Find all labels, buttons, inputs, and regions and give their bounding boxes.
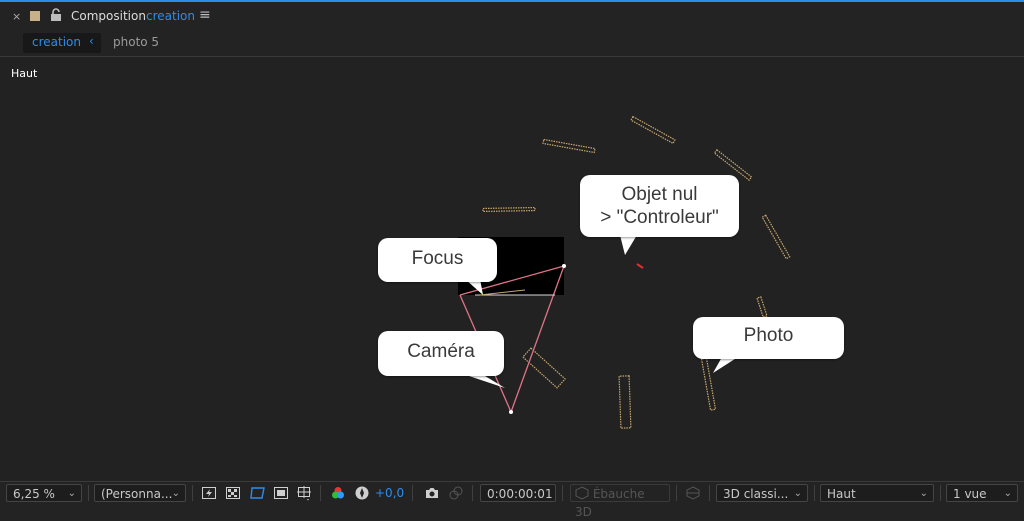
- show-snapshot-icon[interactable]: [448, 485, 464, 501]
- divider: [412, 485, 413, 501]
- tab-label: creation: [32, 35, 81, 49]
- divider: [940, 485, 941, 501]
- callout-line: > "Controleur": [600, 207, 719, 228]
- divider: [709, 485, 710, 501]
- callout-photo: Photo: [693, 317, 844, 359]
- view-layout-value: 1 vue: [953, 487, 987, 501]
- chevron-down-icon: ⌄: [919, 488, 928, 499]
- exposure-value[interactable]: +0,0: [375, 484, 404, 502]
- chevron-down-icon: ⌄: [67, 488, 76, 499]
- chevron-down-icon: ⌄: [793, 488, 802, 499]
- composition-viewer[interactable]: Haut Objet nul > "Controleur" Focus Camé…: [0, 57, 1024, 480]
- divider: [88, 485, 89, 501]
- camera-point-of-interest: [562, 264, 566, 268]
- photo-layer: [756, 296, 768, 318]
- viewer-toolbar: 6,25 % ⌄ (Personna... ⌄ +0,0 0:00:00:01 …: [0, 481, 1024, 519]
- resolution-dropdown[interactable]: (Personna... ⌄: [94, 484, 186, 502]
- panel-header: × Composition creation ≡: [0, 0, 1024, 31]
- mask-path-visibility-icon[interactable]: [250, 485, 266, 501]
- timecode-field[interactable]: 0:00:00:01: [480, 484, 556, 502]
- zoom-dropdown[interactable]: 6,25 % ⌄: [6, 484, 82, 502]
- extended-viewer-icon[interactable]: [685, 485, 701, 501]
- composition-name[interactable]: creation: [146, 9, 195, 23]
- divider: [192, 485, 193, 501]
- zoom-value: 6,25 %: [13, 487, 55, 501]
- chevron-down-icon: ⌄: [1003, 488, 1012, 499]
- divider: [562, 485, 563, 501]
- tab-photo-5[interactable]: photo 5: [113, 35, 159, 49]
- callout-camera: Caméra: [378, 331, 504, 376]
- callout-tail: [713, 357, 738, 373]
- timecode-value: 0:00:00:01: [487, 487, 553, 501]
- divider: [472, 485, 473, 501]
- photo-layer: [630, 115, 676, 145]
- cube-icon: [575, 486, 589, 500]
- callout-focus: Focus: [378, 238, 497, 282]
- callout-tail: [620, 235, 637, 255]
- divider: [320, 485, 321, 501]
- reset-exposure-icon[interactable]: [354, 485, 370, 501]
- color-channels-icon[interactable]: [330, 485, 346, 501]
- divider: [676, 485, 677, 501]
- 3d-view-value: Haut: [827, 487, 856, 501]
- chevron-down-icon: ⌄: [171, 488, 180, 499]
- photo-layer: [542, 138, 596, 154]
- photo-layer: [522, 347, 566, 389]
- grid-guides-icon[interactable]: [296, 485, 312, 501]
- callout-line: Objet nul: [621, 184, 698, 205]
- lock-icon[interactable]: [50, 8, 62, 24]
- fast-previews-icon[interactable]: [201, 485, 217, 501]
- region-of-interest-icon[interactable]: [273, 485, 289, 501]
- draft-3d-toggle[interactable]: Ébauche 3D: [570, 484, 670, 519]
- label-color-swatch[interactable]: [30, 11, 40, 21]
- scene-canvas[interactable]: [0, 57, 1024, 480]
- photo-layer: [482, 206, 536, 213]
- composition-tabs: creation ‹ photo 5: [0, 31, 1024, 57]
- panel-menu-icon[interactable]: ≡: [199, 7, 211, 23]
- panel-title: Composition: [71, 9, 146, 23]
- view-layout-dropdown[interactable]: 1 vue ⌄: [946, 484, 1018, 502]
- close-icon[interactable]: ×: [12, 10, 21, 23]
- chevron-left-icon[interactable]: ‹: [89, 34, 94, 48]
- renderer-value: 3D classi...: [723, 487, 789, 501]
- photo-layer: [618, 375, 632, 429]
- photo-layer: [761, 214, 791, 260]
- divider: [814, 485, 815, 501]
- renderer-dropdown[interactable]: 3D classi... ⌄: [716, 484, 808, 502]
- camera-position: [509, 410, 513, 414]
- callout-null-object: Objet nul > "Controleur": [580, 175, 739, 237]
- 3d-view-dropdown[interactable]: Haut ⌄: [820, 484, 934, 502]
- tab-creation[interactable]: creation ‹: [23, 33, 101, 53]
- transparency-grid-icon[interactable]: [225, 485, 241, 501]
- photo-layer: [700, 357, 717, 411]
- null-object-marker: [636, 263, 644, 269]
- camera-snapshot-icon[interactable]: [424, 485, 440, 501]
- resolution-value: (Personna...: [101, 487, 173, 501]
